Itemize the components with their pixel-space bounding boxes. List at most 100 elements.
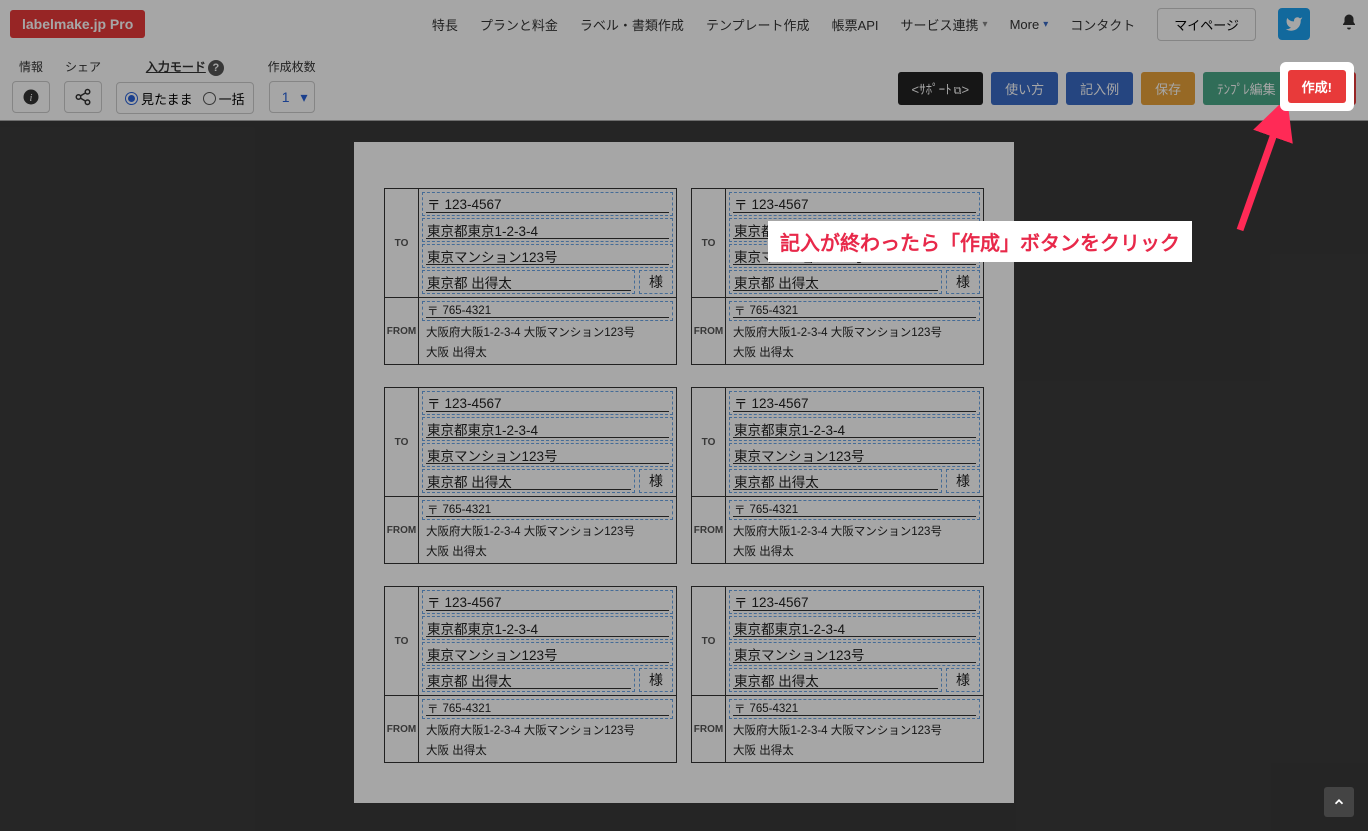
example-button[interactable]: 記入例	[1066, 72, 1133, 105]
from-section: FROM 〒765-4321 大阪府大阪1-2-3-4 大阪マンション123号 …	[385, 297, 676, 364]
to-addr1-field[interactable]: 東京都東京1-2-3-4	[729, 417, 980, 441]
chevron-up-icon	[1332, 795, 1346, 809]
from-addr-field[interactable]: 大阪府大阪1-2-3-4 大阪マンション123号	[729, 721, 980, 739]
address-card: TO 〒123-4567 東京都東京1-2-3-4 東京マンション123号 東京…	[691, 387, 984, 564]
main-nav: 特長 プランと料金 ラベル・書類作成 テンプレート作成 帳票API サービス連携…	[432, 8, 1358, 41]
nav-features[interactable]: 特長	[432, 15, 458, 34]
to-addr2-field[interactable]: 東京マンション123号	[729, 642, 980, 666]
create-button-highlighted[interactable]: 作成!	[1288, 70, 1346, 103]
from-postal-field[interactable]: 〒765-4321	[422, 301, 673, 321]
to-postal-field[interactable]: 〒123-4567	[729, 192, 980, 216]
nav-api[interactable]: 帳票API	[832, 15, 879, 34]
to-name-field[interactable]: 東京都 出得太	[729, 668, 942, 692]
address-card: TO 〒123-4567 東京都東京1-2-3-4 東京マンション123号 東京…	[691, 188, 984, 365]
usage-button[interactable]: 使い方	[991, 72, 1058, 105]
to-postal-field[interactable]: 〒123-4567	[729, 590, 980, 614]
to-addr2-field[interactable]: 東京マンション123号	[729, 443, 980, 467]
from-name-field[interactable]: 大阪 出得太	[729, 741, 980, 759]
from-postal-field[interactable]: 〒765-4321	[422, 699, 673, 719]
save-button[interactable]: 保存	[1141, 72, 1195, 105]
address-card: TO 〒123-4567 東京都東京1-2-3-4 東京マンション123号 東京…	[691, 586, 984, 763]
to-section: TO 〒123-4567 東京都東京1-2-3-4 東京マンション123号 東京…	[385, 587, 676, 695]
to-section: TO 〒123-4567 東京都東京1-2-3-4 東京マンション123号 東京…	[692, 587, 983, 695]
mypage-button[interactable]: マイページ	[1157, 8, 1256, 41]
nav-create-template[interactable]: テンプレート作成	[706, 15, 810, 34]
to-postal-field[interactable]: 〒123-4567	[422, 391, 673, 415]
count-select[interactable]: 1	[269, 81, 315, 113]
to-postal-field[interactable]: 〒123-4567	[729, 391, 980, 415]
from-addr-field[interactable]: 大阪府大阪1-2-3-4 大阪マンション123号	[422, 323, 673, 341]
to-postal-field[interactable]: 〒123-4567	[422, 590, 673, 614]
share-button[interactable]	[64, 81, 102, 113]
chevron-down-icon: ▾	[1043, 19, 1048, 30]
to-postal-field[interactable]: 〒123-4567	[422, 192, 673, 216]
to-honorific-field[interactable]: 様	[946, 270, 980, 294]
from-name-field[interactable]: 大阪 出得太	[422, 741, 673, 759]
to-addr1-field[interactable]: 東京都東京1-2-3-4	[422, 417, 673, 441]
to-label: TO	[385, 388, 419, 496]
mode-wysiwyg-radio[interactable]: 見たまま	[125, 89, 193, 108]
to-honorific-field[interactable]: 様	[639, 668, 673, 692]
nav-pricing[interactable]: プランと料金	[480, 15, 558, 34]
to-label: TO	[385, 587, 419, 695]
to-addr2-field[interactable]: 東京マンション123号	[422, 642, 673, 666]
from-label: FROM	[385, 696, 419, 762]
from-name-field[interactable]: 大阪 出得太	[729, 343, 980, 361]
info-button[interactable]: i	[12, 81, 50, 113]
to-name-field[interactable]: 東京都 出得太	[422, 469, 635, 493]
address-card: TO 〒123-4567 東京都東京1-2-3-4 東京マンション123号 東京…	[384, 188, 677, 365]
from-postal-field[interactable]: 〒765-4321	[422, 500, 673, 520]
to-addr1-field[interactable]: 東京都東京1-2-3-4	[422, 616, 673, 640]
to-label: TO	[692, 587, 726, 695]
chevron-down-icon: ▾	[983, 19, 988, 30]
help-icon[interactable]: ?	[208, 60, 224, 76]
from-section: FROM 〒765-4321 大阪府大阪1-2-3-4 大阪マンション123号 …	[385, 496, 676, 563]
to-name-field[interactable]: 東京都 出得太	[729, 469, 942, 493]
to-name-field[interactable]: 東京都 出得太	[729, 270, 942, 294]
to-label: TO	[385, 189, 419, 297]
mode-selector: 見たまま 一括	[116, 82, 254, 114]
to-addr2-field[interactable]: 東京マンション123号	[422, 244, 673, 268]
to-label: TO	[692, 388, 726, 496]
from-name-field[interactable]: 大阪 出得太	[729, 542, 980, 560]
annotation-highlight: 作成!	[1280, 62, 1354, 111]
from-addr-field[interactable]: 大阪府大阪1-2-3-4 大阪マンション123号	[729, 323, 980, 341]
share-tool: シェア	[64, 58, 102, 113]
bell-icon[interactable]	[1340, 13, 1358, 36]
from-postal-field[interactable]: 〒765-4321	[729, 699, 980, 719]
nav-contact[interactable]: コンタクト	[1070, 15, 1135, 34]
to-name-field[interactable]: 東京都 出得太	[422, 270, 635, 294]
mode-tool: 入力モード? 見たまま 一括	[116, 58, 254, 114]
from-postal-field[interactable]: 〒765-4321	[729, 500, 980, 520]
mode-batch-radio[interactable]: 一括	[203, 89, 245, 108]
nav-integration[interactable]: サービス連携▾	[901, 15, 988, 34]
scroll-top-button[interactable]	[1324, 787, 1354, 817]
nav-more[interactable]: More▾	[1010, 17, 1049, 32]
from-name-field[interactable]: 大阪 出得太	[422, 343, 673, 361]
address-card: TO 〒123-4567 東京都東京1-2-3-4 東京マンション123号 東京…	[384, 387, 677, 564]
to-addr1-field[interactable]: 東京都東京1-2-3-4	[422, 218, 673, 242]
from-section: FROM 〒765-4321 大阪府大阪1-2-3-4 大阪マンション123号 …	[385, 695, 676, 762]
from-addr-field[interactable]: 大阪府大阪1-2-3-4 大阪マンション123号	[729, 522, 980, 540]
to-addr2-field[interactable]: 東京マンション123号	[422, 443, 673, 467]
to-honorific-field[interactable]: 様	[639, 469, 673, 493]
to-section: TO 〒123-4567 東京都東京1-2-3-4 東京マンション123号 東京…	[385, 189, 676, 297]
template-edit-button[interactable]: ﾃﾝﾌﾟﾚ編集	[1203, 72, 1290, 105]
info-icon: i	[22, 88, 40, 106]
from-addr-field[interactable]: 大阪府大阪1-2-3-4 大阪マンション123号	[422, 721, 673, 739]
to-addr1-field[interactable]: 東京都東京1-2-3-4	[729, 616, 980, 640]
to-name-field[interactable]: 東京都 出得太	[422, 668, 635, 692]
nav-create-label[interactable]: ラベル・書類作成	[580, 15, 684, 34]
logo[interactable]: labelmake.jp Pro	[10, 10, 145, 38]
from-name-field[interactable]: 大阪 出得太	[422, 542, 673, 560]
twitter-button[interactable]	[1278, 8, 1310, 40]
count-label: 作成枚数	[268, 58, 316, 75]
from-section: FROM 〒765-4321 大阪府大阪1-2-3-4 大阪マンション123号 …	[692, 297, 983, 364]
to-honorific-field[interactable]: 様	[946, 668, 980, 692]
from-addr-field[interactable]: 大阪府大阪1-2-3-4 大阪マンション123号	[422, 522, 673, 540]
info-label: 情報	[19, 58, 43, 75]
from-postal-field[interactable]: 〒765-4321	[729, 301, 980, 321]
to-honorific-field[interactable]: 様	[639, 270, 673, 294]
support-button[interactable]: <ｻﾎﾟｰﾄ⧉>	[898, 72, 984, 105]
to-honorific-field[interactable]: 様	[946, 469, 980, 493]
